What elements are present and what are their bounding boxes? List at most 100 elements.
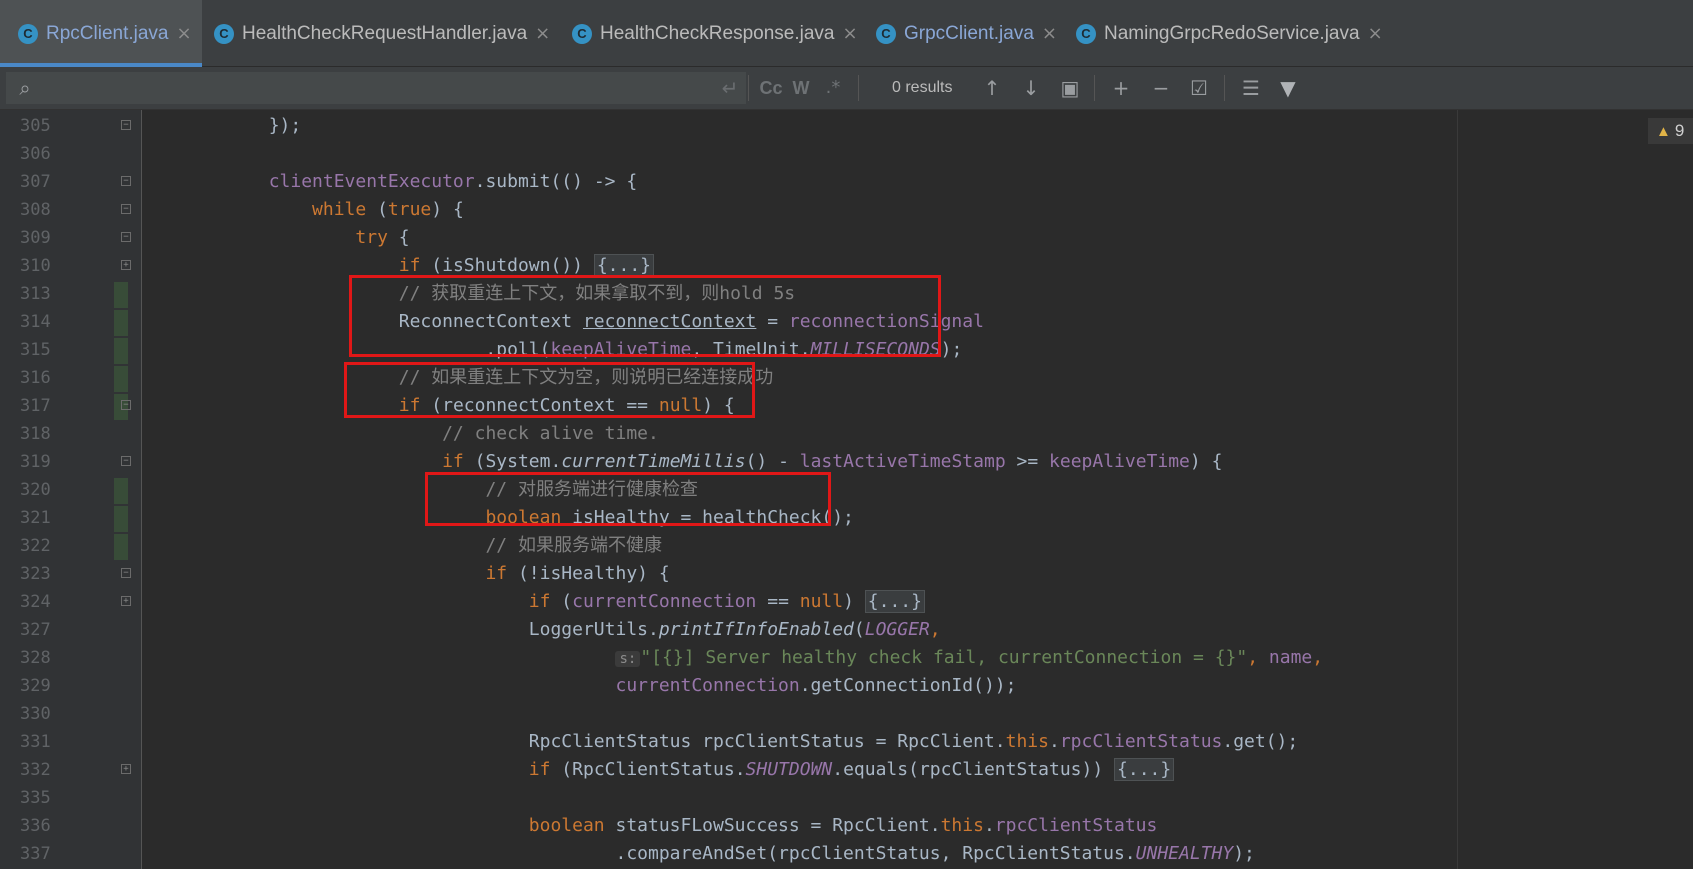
line-number: 328 <box>20 648 51 668</box>
vcs-change-marker[interactable] <box>114 310 128 336</box>
code-line[interactable]: 316 // 如果重连上下文为空，则说明已经连接成功 <box>0 364 1693 392</box>
code-line[interactable]: 332 + if (RpcClientStatus.SHUTDOWN.equals… <box>0 756 1693 784</box>
code-token: , <box>1247 647 1259 668</box>
code-line[interactable]: 317− if (reconnectContext == null) { <box>0 392 1693 420</box>
collapse-fold-icon[interactable]: − <box>121 568 131 578</box>
code-text[interactable]: RpcClientStatus rpcClientStatus = RpcCli… <box>182 728 1298 756</box>
arrow-up-icon[interactable]: ↑ <box>978 67 1006 109</box>
tab-healthcheckrequesthandler[interactable]: C HealthCheckRequestHandler.java × <box>214 0 550 67</box>
code-line[interactable]: 335 <box>0 784 1693 812</box>
whole-words-toggle[interactable]: W <box>788 67 814 109</box>
code-editor[interactable]: ▲ 9 305− }); 306 307− clientEventExecutor.s… <box>0 110 1693 869</box>
code-line[interactable]: 331 RpcClientStatus rpcClientStatus = Rp… <box>0 728 1693 756</box>
code-line[interactable]: 320 // 对服务端进行健康检查 <box>0 476 1693 504</box>
code-line[interactable]: 329 currentConnection.getConnectionId())… <box>0 672 1693 700</box>
tab-rpcclient[interactable]: C RpcClient.java × <box>0 0 202 67</box>
add-occurrence-icon[interactable]: + <box>1106 67 1136 109</box>
code-text[interactable]: // 如果服务端不健康 <box>182 532 662 560</box>
folded-code-placeholder[interactable]: {...} <box>1114 758 1175 781</box>
vcs-change-marker[interactable] <box>114 478 128 504</box>
tab-grpcclient[interactable]: C GrpcClient.java × <box>876 0 1057 67</box>
tab-naminggrpcredoservice[interactable]: C NamingGrpcRedoService.java × <box>1076 0 1383 67</box>
code-text[interactable]: try { <box>182 224 409 252</box>
code-line[interactable]: 306 <box>0 140 1693 168</box>
filter-icon[interactable]: ▼ <box>1274 67 1302 109</box>
vcs-change-marker[interactable] <box>114 534 128 560</box>
folded-code-placeholder[interactable]: {...} <box>593 254 655 277</box>
code-text[interactable]: }); <box>182 112 302 140</box>
expand-fold-icon[interactable]: + <box>121 596 131 606</box>
code-text[interactable]: clientEventExecutor.submit(() -> { <box>182 168 637 196</box>
collapse-fold-icon[interactable]: − <box>121 204 131 214</box>
code-line[interactable]: 324 + if (currentConnection == null) {...… <box>0 588 1693 616</box>
code-text[interactable]: s: "[{}] Server healthy check fail, curre… <box>182 644 1323 673</box>
code-text[interactable]: if (RpcClientStatus.SHUTDOWN.equals(rpcC… <box>182 756 1175 784</box>
class-icon: C <box>214 23 234 44</box>
code-line[interactable]: 327 LoggerUtils.printIfInfoEnabled(LOGGE… <box>0 616 1693 644</box>
close-icon[interactable]: × <box>842 23 857 44</box>
tab-label: NamingGrpcRedoService.java <box>1104 22 1360 44</box>
code-line[interactable]: 309 − try { <box>0 224 1693 252</box>
expand-fold-icon[interactable]: + <box>121 260 131 270</box>
separator <box>1224 75 1225 101</box>
tab-label: HealthCheckRequestHandler.java <box>242 22 528 44</box>
code-line[interactable]: 321 boolean isHealthy = healthCheck(); <box>0 504 1693 532</box>
code-text[interactable]: LoggerUtils.printIfInfoEnabled(LOGGER, <box>182 616 941 644</box>
collapse-fold-icon[interactable]: − <box>121 232 131 242</box>
code-line[interactable]: 330 <box>0 700 1693 728</box>
code-token: ( <box>550 591 573 612</box>
line-number: 329 <box>20 676 51 696</box>
expand-fold-icon[interactable]: + <box>121 764 131 774</box>
vcs-change-marker[interactable] <box>114 506 128 532</box>
code-text[interactable]: .compareAndSet(rpcClientStatus, RpcClien… <box>182 840 1254 868</box>
code-line[interactable]: 305 − }); <box>0 112 1693 140</box>
regex-toggle[interactable]: .* <box>818 67 848 109</box>
vcs-change-marker[interactable] <box>114 282 128 308</box>
collapse-fold-icon[interactable]: − <box>121 400 131 410</box>
close-icon[interactable]: × <box>177 23 192 44</box>
select-all-occurrences-icon[interactable]: ☑ <box>1184 67 1214 109</box>
close-icon[interactable]: × <box>1042 23 1057 44</box>
tab-healthcheckresponse[interactable]: C HealthCheckResponse.java × <box>572 0 858 67</box>
open-in-window-icon[interactable]: ▣ <box>1056 67 1084 109</box>
search-input[interactable]: ⌕ <box>6 72 746 104</box>
code-line[interactable]: 307 − clientEventExecutor.submit(() -> { <box>0 168 1693 196</box>
code-line[interactable]: 323 − if (!isHealthy) { <box>0 560 1693 588</box>
code-token: if <box>442 451 464 472</box>
search-icon[interactable]: ⌕ <box>10 67 40 109</box>
remove-occurrence-icon[interactable]: − <box>1146 67 1176 109</box>
code-line[interactable]: 322 // 如果服务端不健康 <box>0 532 1693 560</box>
collapse-fold-icon[interactable]: − <box>121 176 131 186</box>
code-text[interactable]: while (true) { <box>182 196 464 224</box>
filter-lines-icon[interactable]: ☰ <box>1236 67 1266 109</box>
code-line[interactable]: 318 // check alive time. <box>0 420 1693 448</box>
collapse-fold-icon[interactable]: − <box>121 456 131 466</box>
folded-code-placeholder[interactable]: {...} <box>864 590 925 613</box>
tab-label: GrpcClient.java <box>904 22 1034 44</box>
code-text[interactable]: boolean statusFLowSuccess = RpcClient.th… <box>182 812 1158 840</box>
vcs-change-marker[interactable] <box>114 338 128 364</box>
code-line[interactable]: 319 − if (System.currentTimeMillis() - la… <box>0 448 1693 476</box>
code-text[interactable]: if (!isHealthy) { <box>182 560 669 588</box>
vcs-change-marker[interactable] <box>114 366 128 392</box>
arrow-down-icon[interactable]: ↓ <box>1017 67 1045 109</box>
code-text[interactable]: currentConnection.getConnectionId()); <box>182 672 1016 700</box>
match-case-toggle[interactable]: Cc <box>756 67 786 109</box>
code-text[interactable]: if (currentConnection == null) {...} <box>182 588 925 616</box>
code-line[interactable]: 308 − while (true) { <box>0 196 1693 224</box>
code-text[interactable]: // check alive time. <box>182 420 659 448</box>
code-line[interactable]: 328 s: "[{}] Server healthy check fail, c… <box>0 644 1693 672</box>
highlight-box-null-check <box>344 362 755 418</box>
collapse-fold-icon[interactable]: − <box>121 120 131 130</box>
new-line-icon[interactable]: ↵ <box>716 67 744 109</box>
close-icon[interactable]: × <box>535 23 550 44</box>
code-line[interactable]: 336 boolean statusFLowSuccess = RpcClien… <box>0 812 1693 840</box>
code-token: boolean <box>528 815 605 836</box>
code-token: == <box>756 591 800 612</box>
close-icon[interactable]: × <box>1368 23 1383 44</box>
code-line[interactable]: 337 .compareAndSet(rpcClientStatus, RpcC… <box>0 840 1693 868</box>
